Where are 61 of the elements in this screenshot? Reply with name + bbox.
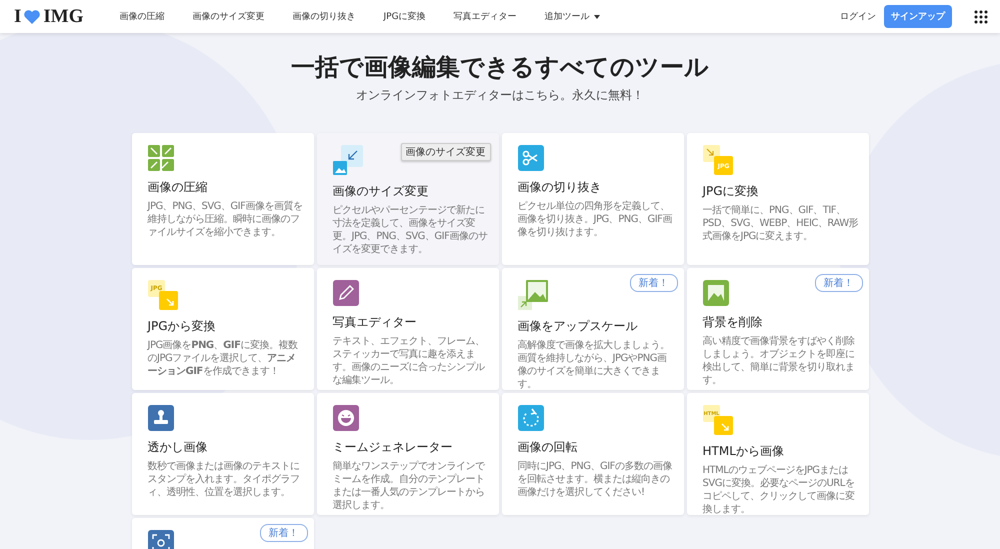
card-description: テキスト、エフェクト、フレーム、スティッカーで写真に趣を添えます。画像のニーズに合ったシンプルな編集ツール。 bbox=[332, 335, 486, 387]
card-title: 写真エディター bbox=[332, 314, 416, 331]
nav-link[interactable]: 画像の圧縮 bbox=[106, 10, 179, 23]
landscape-icon bbox=[702, 280, 728, 306]
scan-icon bbox=[148, 530, 174, 549]
card-title: JPGから変換 bbox=[148, 318, 216, 335]
apps-menu-icon[interactable] bbox=[974, 10, 988, 24]
card-description: JPG画像をPNG、GIFに変換。複数のJPGファイルを選択して、アニメーションGIFを作成できます！ bbox=[148, 339, 298, 378]
scissors-icon bbox=[518, 145, 544, 171]
card-description: 高い精度で画像背景をすばやく削除しましょう。オブジェクトを即座に検出して、簡単に背景を切り取れます。 bbox=[702, 335, 856, 387]
tool-card[interactable]: 写真エディター テキスト、エフェクト、フレーム、スティッカーで写真に趣を添えます。画像のニーズに合ったシンプルな編集ツール。 bbox=[316, 268, 498, 390]
new-badge: 新着！ bbox=[814, 274, 862, 292]
card-description: 数秒で画像または画像のテキストにスタンプを入れます。タイポグラフィ、透明性、位置を選択します。 bbox=[148, 460, 300, 499]
nav-link[interactable]: 追加ツール bbox=[530, 10, 614, 23]
page-title: 一括で画像編集できるすべてのツール bbox=[291, 52, 709, 83]
tool-card[interactable]: ミームジェネレーター 簡単なワンステップでオンラインでミームを作成。自分のテンプレートまたは一番人気のテンプレートから選択します。 bbox=[316, 393, 498, 515]
card-title: 画像の回転 bbox=[518, 439, 578, 456]
tooltip: 画像のサイズ変更 bbox=[400, 143, 490, 161]
tool-card[interactable]: 画像の圧縮 JPG、PNG、SVG、GIF画像を画質を維持しながら圧縮。瞬時に画像のファイルサイズを縮小できます。 bbox=[132, 133, 314, 265]
card-title: 背景を削除 bbox=[702, 314, 762, 331]
new-badge: 新着！ bbox=[630, 274, 678, 292]
card-description: JPG、PNG、SVG、GIF画像を画質を維持しながら圧縮。瞬時に画像のファイルサイズを縮小できます。 bbox=[148, 200, 304, 239]
pencil-icon bbox=[332, 280, 358, 306]
tool-card[interactable]: 画像の回転 同時にJPG、PNG、GIFの多数の画像を回転させます。横または縦向きの画像だけを選択してください! bbox=[502, 393, 684, 515]
card-title: 透かし画像 bbox=[148, 439, 208, 456]
card-title: JPGに変換 bbox=[702, 183, 759, 200]
card-description: ピクセル単位の四角形を定義して、画像を切り抜き。JPG、PNG、GIF画像を切り抜けます。 bbox=[518, 200, 674, 239]
card-description: ピクセルやパーセンテージで新たに寸法を定義して、画像をサイズ変更。JPG、PNG、SVG、GIF画像のサイズを変更できます。 bbox=[332, 204, 488, 256]
rotate-icon bbox=[518, 405, 544, 431]
card-description: 同時にJPG、PNG、GIFの多数の画像を回転させます。横または縦向きの画像だけを選択してください! bbox=[518, 460, 673, 499]
card-title: 画像のサイズ変更 bbox=[332, 183, 428, 200]
card-title: 画像をアップスケール bbox=[518, 318, 638, 335]
new-badge: 新着！ bbox=[260, 524, 308, 542]
resize-icon bbox=[332, 145, 362, 175]
card-title: 画像の圧縮 bbox=[148, 179, 208, 196]
compress-icon bbox=[148, 145, 174, 171]
login-link[interactable]: ログイン bbox=[840, 10, 876, 23]
tool-card[interactable]: 新着！ 背景を削除 高い精度で画像背景をすばやく削除しましょう。オブジェクトを即座に検出して、簡単に背景を切り取れます。 bbox=[686, 268, 868, 390]
card-title: HTMLから画像 bbox=[702, 443, 784, 460]
nav-link[interactable]: JPGに変換 bbox=[370, 10, 440, 23]
tool-card[interactable]: 画像の切り抜き ピクセル単位の四角形を定義して、画像を切り抜き。JPG、PNG、GIF画像を切り抜けます。 bbox=[502, 133, 684, 265]
heart-icon bbox=[23, 8, 42, 24]
card-description: 一括で簡単に、PNG、GIF、TIF、PSD、SVG、WEBP、HEIC、RAW形式画像をJPGに変えます。 bbox=[702, 204, 858, 243]
tool-card[interactable]: 透かし画像 数秒で画像または画像のテキストにスタンプを入れます。タイポグラフィ、透明性、位置を選択します。 bbox=[132, 393, 314, 515]
card-description: 高解像度で画像を拡大しましょう。画質を維持しながら、JPGやPNG画像のサイズを簡単に大きくできます。 bbox=[518, 339, 670, 390]
card-title: 画像の切り抜き bbox=[518, 179, 602, 196]
stamp-icon bbox=[148, 405, 174, 431]
tool-card[interactable]: 新着！ 画像をアップスケール 高解像度で画像を拡大しましょう。画質を維持しながら、JPGやPNG画像のサイズを簡単に大きくできます。 bbox=[502, 268, 684, 390]
logo-text[interactable]: IMG bbox=[43, 6, 84, 28]
tool-card[interactable]: 画像のサイズ変更 画像のサイズ変更 ピクセルやパーセンテージで新たに寸法を定義して、画像をサイズ変更。JPG、PNG、SVG、GIF画像のサイズを変更できます。 bbox=[316, 133, 498, 265]
logo-text[interactable]: I bbox=[14, 6, 22, 28]
card-description: HTMLのウェブページをJPGまたはSVGに変換。必要なページのURLをコピペして、クリックして画像に変換します。 bbox=[702, 464, 856, 515]
nav-link[interactable]: 画像の切り抜き bbox=[278, 10, 370, 23]
nav-link[interactable]: 画像のサイズ変更 bbox=[178, 10, 279, 23]
upscale-image-icon bbox=[518, 280, 548, 310]
nav-link[interactable]: 写真エディター bbox=[440, 10, 531, 23]
card-title: ミームジェネレーター bbox=[332, 439, 452, 456]
tool-card[interactable]: 新着！ bbox=[132, 518, 314, 549]
card-description: 簡単なワンステップでオンラインでミームを作成。自分のテンプレートまたは一番人気のテンプレートから選択します。 bbox=[332, 460, 486, 512]
smiley-icon bbox=[332, 405, 358, 431]
page-subtitle: オンラインフォトエディターはこちら。永久に無料！ bbox=[356, 87, 644, 104]
